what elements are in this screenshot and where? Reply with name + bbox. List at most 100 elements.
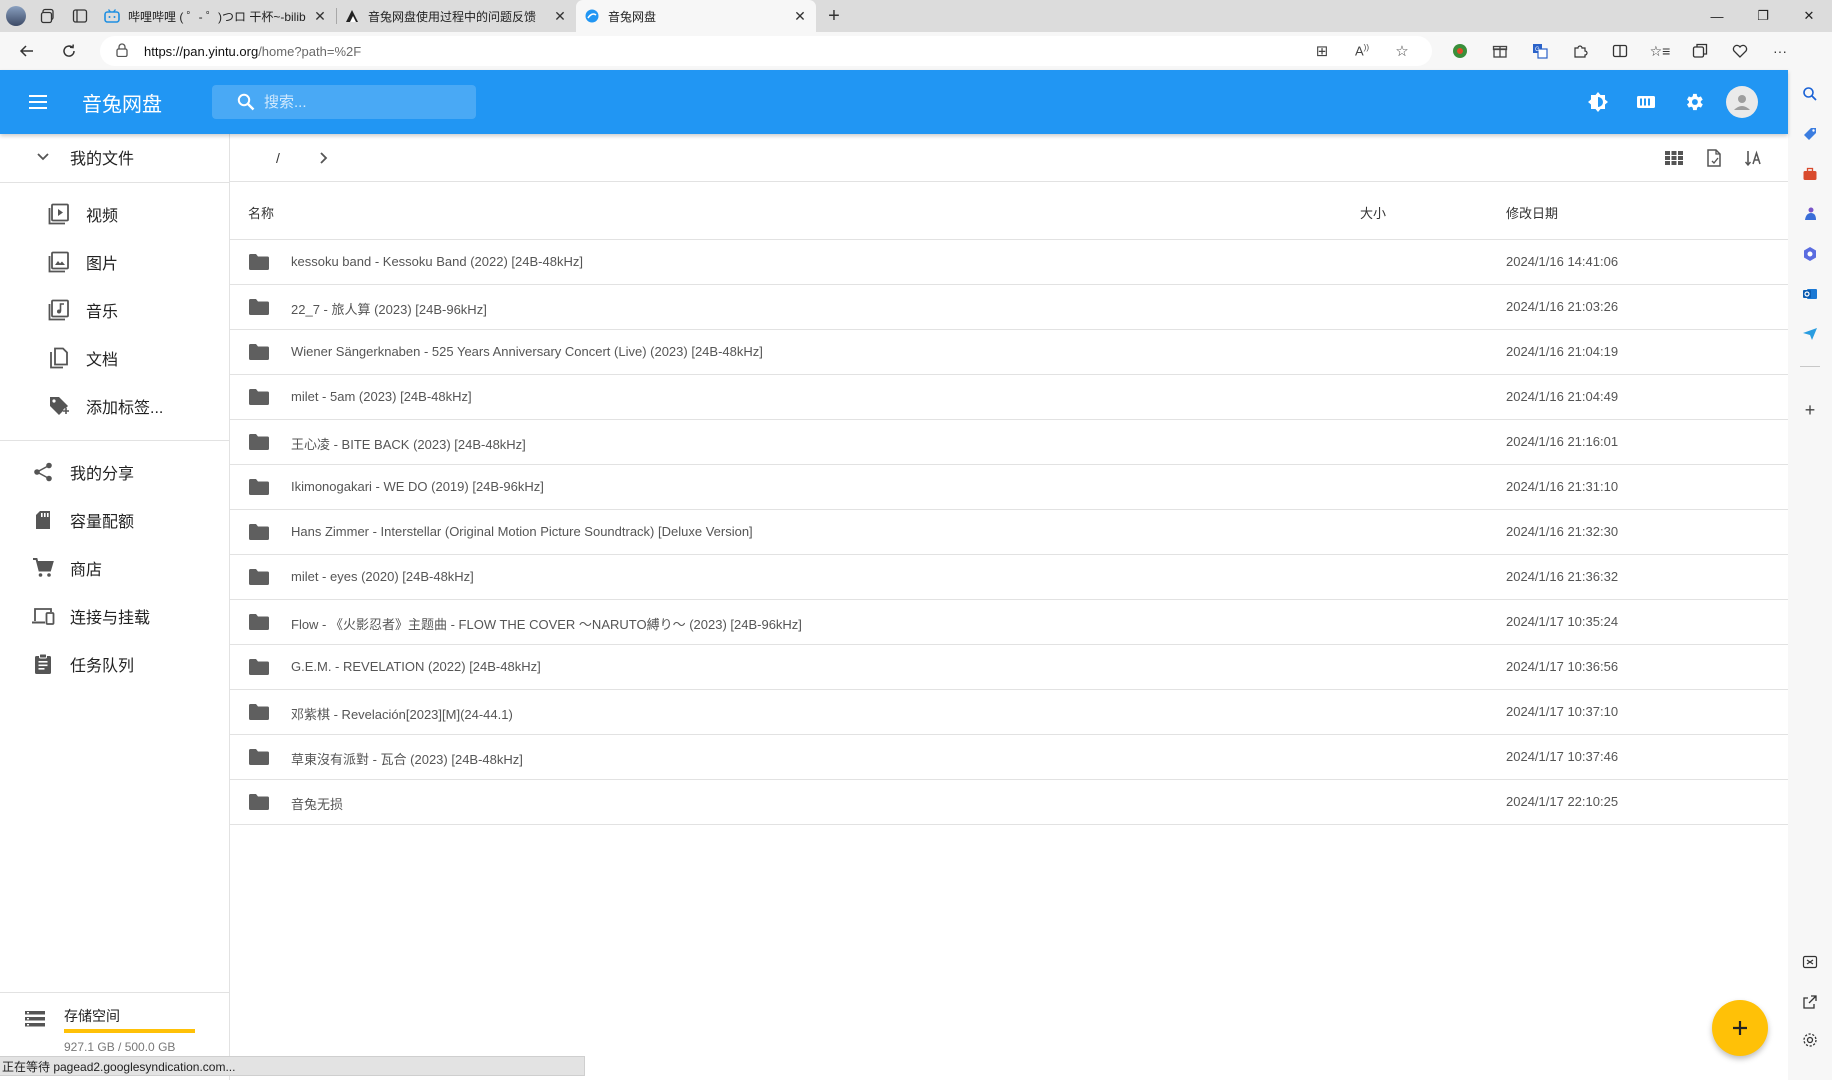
file-name[interactable]: Wiener Sängerknaben - 525 Years Annivers…: [291, 344, 763, 359]
table-row[interactable]: Wiener Sängerknaben - 525 Years Annivers…: [230, 330, 1788, 375]
breadcrumb-root[interactable]: /: [276, 150, 280, 166]
browser-tab-bilibili[interactable]: 哔哩哔哩 ( ゜- ゜)つロ 干杯~-bilib ✕: [96, 0, 336, 32]
more-menu-icon[interactable]: ···: [1760, 36, 1800, 66]
file-name[interactable]: Flow - 《火影忍者》主题曲 - FLOW THE COVER ～NARUT…: [291, 614, 802, 633]
app-bar: 音兔网盘: [0, 70, 1788, 134]
extension-gift-icon[interactable]: [1480, 36, 1520, 66]
user-avatar[interactable]: [1726, 86, 1758, 118]
tab-actions-icon[interactable]: [64, 0, 96, 32]
file-name[interactable]: 王心凌 - BITE BACK (2023) [24B-48kHz]: [291, 434, 526, 453]
file-name[interactable]: Ikimonogakari - WE DO (2019) [24B-96kHz]: [291, 479, 544, 494]
table-row[interactable]: milet - eyes (2020) [24B-48kHz] 2024/1/16…: [230, 555, 1788, 600]
collections-icon[interactable]: [1680, 36, 1720, 66]
table-row[interactable]: Ikimonogakari - WE DO (2019) [24B-96kHz]…: [230, 465, 1788, 510]
sidebar-item-add-tag[interactable]: 添加标签...: [0, 386, 229, 426]
extension-globe-icon[interactable]: [1440, 36, 1480, 66]
column-header-modified[interactable]: 修改日期: [1506, 203, 1558, 222]
split-screen-icon[interactable]: [1600, 36, 1640, 66]
back-button[interactable]: [12, 36, 42, 66]
app-available-icon[interactable]: ⊞: [1302, 42, 1342, 60]
address-bar[interactable]: https://pan.yintu.org/home?path=%2F ⊞ A)…: [100, 36, 1432, 66]
lock-icon[interactable]: [116, 42, 134, 60]
file-modified: 2024/1/17 10:37:46: [1506, 749, 1619, 764]
sidebar-copilot-icon[interactable]: [1798, 242, 1822, 266]
tasks-button[interactable]: [1622, 78, 1670, 126]
file-name[interactable]: 22_7 - 旅人算 (2023) [24B-96kHz]: [291, 299, 487, 318]
sidebar-settings-icon[interactable]: [1798, 1028, 1822, 1052]
file-name[interactable]: G.E.M. - REVELATION (2022) [24B-48kHz]: [291, 659, 541, 674]
table-row[interactable]: kessoku band - Kessoku Band (2022) [24B-…: [230, 240, 1788, 285]
file-info-icon[interactable]: [1694, 138, 1734, 178]
browser-tab-yintu[interactable]: 音兔网盘 ✕: [576, 0, 816, 32]
file-name[interactable]: kessoku band - Kessoku Band (2022) [24B-…: [291, 254, 583, 269]
extensions-puzzle-icon[interactable]: [1560, 36, 1600, 66]
search-box[interactable]: [212, 85, 476, 119]
sidebar-item-store[interactable]: 商店: [0, 548, 229, 588]
refresh-button[interactable]: [54, 36, 84, 66]
sidebar-item-connections[interactable]: 连接与挂载: [0, 596, 229, 636]
theme-toggle-button[interactable]: [1574, 78, 1622, 126]
workspaces-icon[interactable]: [32, 0, 64, 32]
table-row[interactable]: G.E.M. - REVELATION (2022) [24B-48kHz] 20…: [230, 645, 1788, 690]
sidebar-add-icon[interactable]: +: [1798, 398, 1822, 422]
column-header-name[interactable]: 名称: [248, 203, 274, 222]
sidebar-shopping-icon[interactable]: [1798, 122, 1822, 146]
sidebar-screenshot-icon[interactable]: [1798, 950, 1822, 974]
extension-translate-icon[interactable]: G: [1520, 36, 1560, 66]
sort-icon[interactable]: [1734, 138, 1774, 178]
close-window-icon[interactable]: ✕: [1786, 0, 1832, 32]
sidebar-item-music[interactable]: 音乐: [0, 290, 229, 330]
sidebar-outlook-icon[interactable]: [1798, 282, 1822, 306]
file-name[interactable]: milet - 5am (2023) [24B-48kHz]: [291, 389, 472, 404]
sidebar-item-quota[interactable]: 容量配额: [0, 500, 229, 540]
sidebar-item-images[interactable]: 图片: [0, 242, 229, 282]
browser-tab-feedback[interactable]: 音兔网盘使用过程中的问题反馈 ✕: [336, 0, 576, 32]
table-row[interactable]: 邓紫棋 - Revelación[2023][M](24-44.1) 2024/1…: [230, 690, 1788, 735]
grid-view-icon[interactable]: [1654, 138, 1694, 178]
url-text[interactable]: https://pan.yintu.org/home?path=%2F: [144, 44, 1302, 59]
file-name[interactable]: 邓紫棋 - Revelación[2023][M](24-44.1): [291, 704, 513, 723]
restore-icon[interactable]: ❐: [1740, 0, 1786, 32]
file-name[interactable]: Hans Zimmer - Interstellar (Original Mot…: [291, 524, 753, 539]
sidebar-games-icon[interactable]: [1798, 202, 1822, 226]
profile-icon[interactable]: [0, 0, 32, 32]
file-name[interactable]: 音兔无损: [291, 794, 343, 813]
minimize-icon[interactable]: —: [1694, 0, 1740, 32]
favorite-star-icon[interactable]: ☆: [1382, 42, 1422, 60]
app-title[interactable]: 音兔网盘: [82, 88, 162, 117]
file-name[interactable]: milet - eyes (2020) [24B-48kHz]: [291, 569, 474, 584]
tab-close-icon[interactable]: ✕: [552, 8, 568, 25]
browser-essentials-icon[interactable]: [1720, 36, 1760, 66]
sidebar-item-task-queue[interactable]: 任务队列: [0, 644, 229, 684]
sidebar-tools-icon[interactable]: [1798, 162, 1822, 186]
read-aloud-icon[interactable]: A)): [1342, 43, 1382, 58]
search-input[interactable]: [264, 93, 464, 111]
sidebar-send-icon[interactable]: [1798, 322, 1822, 346]
table-row[interactable]: 音兔无损 2024/1/17 22:10:25: [230, 780, 1788, 825]
settings-button[interactable]: [1670, 78, 1718, 126]
favorites-icon[interactable]: ☆≡: [1640, 36, 1680, 66]
column-header-size[interactable]: 大小: [1360, 203, 1386, 222]
sidebar-item-label: 视频: [86, 208, 119, 225]
sidebar-search-icon[interactable]: [1798, 82, 1822, 106]
tab-close-icon[interactable]: ✕: [312, 8, 328, 25]
new-tab-button[interactable]: +: [816, 0, 852, 32]
chevron-right-icon[interactable]: [314, 148, 334, 168]
table-row[interactable]: Hans Zimmer - Interstellar (Original Mot…: [230, 510, 1788, 555]
table-row[interactable]: Flow - 《火影忍者》主题曲 - FLOW THE COVER ～NARUT…: [230, 600, 1788, 645]
sidebar-item-video[interactable]: 视频: [0, 194, 229, 234]
table-row[interactable]: 王心凌 - BITE BACK (2023) [24B-48kHz] 2024/1…: [230, 420, 1788, 465]
menu-button[interactable]: [18, 82, 58, 122]
add-button[interactable]: [1712, 1000, 1768, 1056]
chevron-down-icon[interactable]: [31, 145, 55, 169]
file-name[interactable]: 草東沒有派對 - 瓦合 (2023) [24B-48kHz]: [291, 749, 523, 768]
document-icon: [47, 346, 71, 370]
sidebar-item-my-shares[interactable]: 我的分享: [0, 452, 229, 492]
table-row[interactable]: 草東沒有派對 - 瓦合 (2023) [24B-48kHz] 2024/1/17 …: [230, 735, 1788, 780]
table-row[interactable]: 22_7 - 旅人算 (2023) [24B-96kHz] 2024/1/16 2…: [230, 285, 1788, 330]
sidebar-item-my-files[interactable]: 我的文件: [0, 137, 229, 177]
sidebar-item-documents[interactable]: 文档: [0, 338, 229, 378]
sidebar-popout-icon[interactable]: [1798, 990, 1822, 1014]
table-row[interactable]: milet - 5am (2023) [24B-48kHz] 2024/1/16 …: [230, 375, 1788, 420]
tab-close-icon[interactable]: ✕: [792, 8, 808, 25]
